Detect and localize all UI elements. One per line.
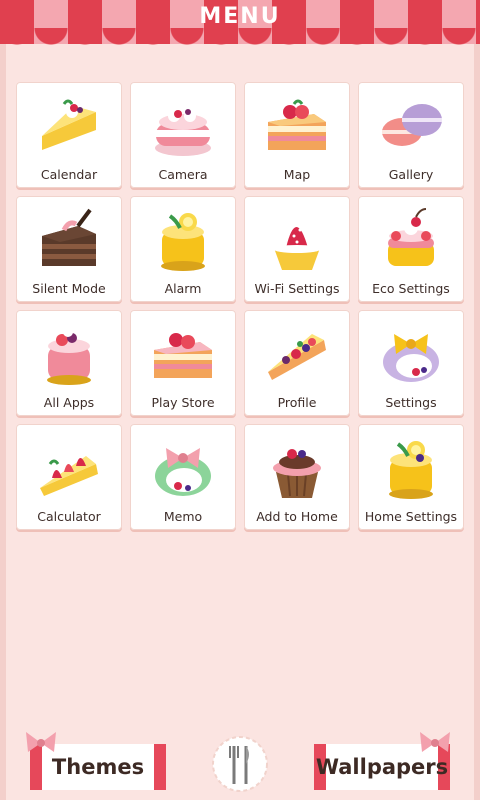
tile-eco-settings[interactable]: Eco Settings	[358, 196, 464, 302]
berry-tart-slice-icon	[268, 334, 326, 380]
page-title: MENU	[199, 4, 281, 29]
tile-label: Add to Home	[256, 509, 338, 524]
tile-gallery[interactable]: Gallery	[358, 82, 464, 188]
tile-memo[interactable]: Memo	[130, 424, 236, 530]
tile-label: Alarm	[164, 281, 202, 296]
tile-label: Home Settings	[364, 509, 458, 524]
tile-label: Calendar	[40, 167, 98, 182]
cupcake-icon	[273, 449, 321, 498]
ribbon-bow-icon	[26, 732, 56, 752]
tile-silent-mode[interactable]: Silent Mode	[16, 196, 122, 302]
tile-label: Settings	[385, 395, 437, 410]
tile-play-store[interactable]: Play Store	[130, 310, 236, 416]
tile-add-to-home[interactable]: Add to Home	[244, 424, 350, 530]
tile-label: Eco Settings	[372, 281, 450, 296]
awning-scallop	[0, 28, 480, 46]
strawberry-layer-cake-icon	[154, 333, 212, 378]
tile-calculator[interactable]: Calculator	[16, 424, 122, 530]
strawberry-slice-icon	[40, 456, 98, 496]
tile-label: Calculator	[37, 509, 101, 524]
bow-dessert-icon	[383, 334, 439, 382]
tile-label: Gallery	[388, 167, 434, 182]
tile-label: Wi-Fi Settings	[254, 281, 340, 296]
cherry-cake-icon	[388, 208, 434, 266]
layer-cake-icon	[268, 99, 326, 150]
tile-map[interactable]: Map	[244, 82, 350, 188]
tile-alarm[interactable]: Alarm	[130, 196, 236, 302]
chocolate-cake-icon	[42, 208, 96, 266]
tile-calendar[interactable]: Calendar	[16, 82, 122, 188]
tile-settings[interactable]: Settings	[358, 310, 464, 416]
lemon-mousse-icon	[389, 441, 433, 499]
tile-wifi-settings[interactable]: Wi-Fi Settings	[244, 196, 350, 302]
wallpapers-label: Wallpapers	[315, 755, 449, 779]
bow-cake-icon	[155, 448, 211, 496]
strawberry-tart-icon	[273, 227, 321, 270]
tile-home-settings[interactable]: Home Settings	[358, 424, 464, 530]
berry-mousse-icon	[47, 327, 91, 385]
tile-profile[interactable]: Profile	[244, 310, 350, 416]
ribbon-bow-icon	[420, 732, 450, 752]
fork-knife-plate-icon[interactable]	[212, 736, 268, 792]
tile-camera[interactable]: Camera	[130, 82, 236, 188]
tile-label: Camera	[158, 167, 208, 182]
tile-label: Memo	[163, 509, 203, 524]
tile-label: Play Store	[151, 395, 215, 410]
tile-label: Profile	[277, 395, 317, 410]
macaron-icon	[382, 104, 442, 146]
tile-all-apps[interactable]: All Apps	[16, 310, 122, 416]
themes-label: Themes	[51, 755, 145, 779]
tile-label: Map	[283, 167, 311, 182]
cream-cake-icon	[155, 102, 211, 156]
lemon-cake-icon	[161, 213, 205, 271]
tile-label: All Apps	[43, 395, 95, 410]
awning-header: MENU	[0, 0, 480, 46]
app-grid: Calendar Camera Map Gallery Silent Mode …	[16, 82, 464, 530]
tile-label: Silent Mode	[32, 281, 106, 296]
tart-slice-icon	[42, 99, 96, 150]
